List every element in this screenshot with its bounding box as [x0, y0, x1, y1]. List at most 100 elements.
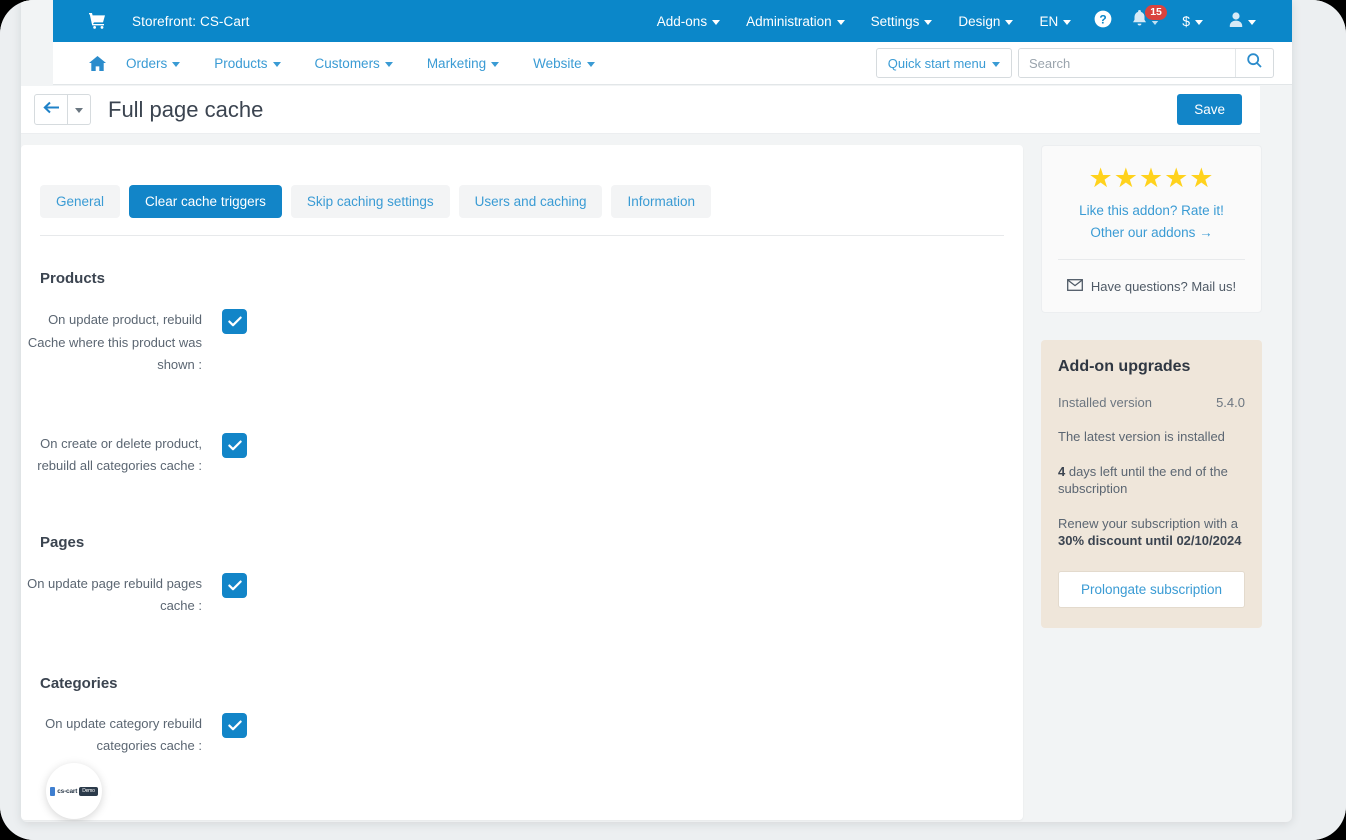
user-icon [1229, 12, 1243, 30]
top-menu-label: Add-ons [656, 13, 708, 29]
back-button[interactable] [34, 94, 68, 125]
section-title-products: Products [40, 270, 106, 287]
subnav-item-products[interactable]: Products [200, 56, 294, 71]
mail-us-link[interactable]: Have questions? Mail us! [1056, 279, 1247, 294]
chevron-down-icon [172, 61, 181, 67]
top-menu-item-administration[interactable]: Administration [733, 0, 858, 42]
renew-prefix: Renew your subscription with a [1058, 516, 1238, 531]
field-row-update-product: On update product, rebuild Cache where t… [21, 309, 1023, 377]
chevron-down-icon [924, 19, 933, 25]
chevron-down-icon [712, 19, 721, 25]
field-control [222, 432, 247, 458]
currency-selector[interactable]: $ [1169, 0, 1216, 42]
browser-viewport: Storefront: CS-Cart Add-ons Administrati… [21, 0, 1292, 822]
top-menu-item-add-ons[interactable]: Add-ons [644, 0, 733, 42]
subnav-item-website[interactable]: Website [519, 56, 609, 71]
chevron-down-icon [491, 61, 500, 67]
tab-bar: General Clear cache triggers Skip cachin… [21, 145, 1023, 218]
top-menu-label: Settings [870, 13, 920, 29]
prolongate-subscription-button[interactable]: Prolongate subscription [1058, 571, 1245, 608]
subnav-label: Website [533, 55, 582, 71]
language-label: EN [1039, 13, 1059, 29]
top-menu: Add-ons Administration Settings Design E… [644, 0, 1292, 42]
rate-addon-card: ★★★★★ Like this addon? Rate it! Other ou… [1041, 145, 1262, 313]
notification-badge: 15 [1144, 4, 1168, 21]
back-dropdown-button[interactable] [68, 94, 91, 125]
quick-start-menu-button[interactable]: Quick start menu [875, 48, 1012, 78]
field-row-create-delete-product: On create or delete product, rebuild all… [21, 432, 1023, 478]
back-button-group [34, 94, 91, 125]
page-title: Full page cache [108, 96, 264, 122]
star-rating-icon: ★★★★★ [1088, 163, 1215, 193]
subnav-label: Products [214, 55, 268, 71]
chevron-down-icon [75, 108, 83, 113]
secondary-navigation-bar: Orders Products Customers Marketing Webs… [53, 42, 1292, 85]
subnav-item-orders[interactable]: Orders [112, 56, 194, 71]
field-control [222, 572, 247, 598]
subnav-label: Orders [126, 55, 168, 71]
top-menu-item-design[interactable]: Design [945, 0, 1026, 42]
other-addons-link[interactable]: Other our addons → [1056, 225, 1247, 240]
arrow-left-icon [42, 101, 60, 118]
checkbox-on-update-product-rebuild-cache[interactable] [222, 309, 247, 334]
section-title-categories: Categories [40, 674, 118, 692]
checkbox-on-update-page-rebuild-pages-cache[interactable] [222, 572, 247, 598]
addon-upgrades-card: Add-on upgrades Installed version 5.4.0 … [1041, 340, 1262, 628]
tab-information[interactable]: Information [611, 185, 712, 218]
envelope-icon [1066, 279, 1083, 294]
search-button[interactable] [1235, 49, 1273, 77]
chevron-down-icon [1248, 19, 1256, 25]
subnav-item-customers[interactable]: Customers [301, 56, 407, 71]
main-settings-panel: General Clear cache triggers Skip cachin… [21, 145, 1023, 820]
shopping-cart-icon [89, 13, 106, 29]
search-icon [1247, 53, 1262, 73]
save-button[interactable]: Save [1177, 94, 1242, 125]
field-label: On update page rebuild pages cache : [27, 575, 202, 614]
mail-us-label: Have questions? Mail us! [1090, 279, 1237, 294]
top-navigation-bar: Storefront: CS-Cart Add-ons Administrati… [53, 0, 1292, 42]
chevron-down-icon [384, 61, 393, 67]
device-frame: Storefront: CS-Cart Add-ons Administrati… [0, 0, 1346, 840]
home-icon[interactable] [89, 55, 106, 71]
chat-widget-button[interactable]: cs-cart Demo [46, 763, 102, 819]
checkbox-on-update-category-rebuild-categories-cache[interactable] [222, 712, 247, 738]
notifications-button[interactable]: 15 [1122, 0, 1169, 42]
help-button[interactable]: ? [1084, 0, 1122, 42]
field-label: On update category rebuild categories ca… [45, 715, 202, 754]
search-box [1018, 48, 1274, 78]
field-row-update-page: On update page rebuild pages cache : [21, 572, 1023, 618]
tab-clear-cache-triggers[interactable]: Clear cache triggers [129, 185, 282, 218]
settings-form: Products On update product, rebuild Cach… [21, 236, 1023, 758]
top-menu-item-settings[interactable]: Settings [858, 0, 946, 42]
subnav-label: Customers [314, 55, 380, 71]
field-control [222, 309, 247, 334]
logo-pill: Demo [79, 786, 98, 796]
chevron-down-icon [836, 19, 845, 25]
days-left-text: 4 days left until the end of the subscri… [1058, 463, 1245, 497]
checkbox-on-create-or-delete-product[interactable] [222, 432, 247, 458]
currency-label: $ [1182, 13, 1190, 29]
cs-cart-logo-icon: cs-cart Demo [50, 786, 98, 796]
field-control [222, 712, 247, 738]
field-label: On create or delete product, rebuild all… [37, 435, 202, 474]
logo-word: cs-cart [57, 787, 78, 795]
svg-text:?: ? [1100, 12, 1107, 26]
search-input[interactable] [1019, 49, 1235, 77]
top-menu-label: Design [958, 13, 1001, 29]
field-label: On update product, rebuild Cache where t… [27, 312, 202, 372]
tab-users-and-caching[interactable]: Users and caching [458, 185, 603, 218]
latest-version-text: The latest version is installed [1058, 429, 1225, 444]
user-menu[interactable] [1216, 0, 1292, 42]
chevron-down-icon [1063, 19, 1072, 25]
subnav-item-marketing[interactable]: Marketing [413, 56, 513, 71]
section-title-pages: Pages [40, 533, 85, 551]
tab-general[interactable]: General [40, 185, 121, 218]
chevron-down-icon [1195, 19, 1203, 25]
rate-addon-link[interactable]: Like this addon? Rate it! [1056, 203, 1247, 218]
page-title-bar: Full page cache Save [21, 86, 1260, 134]
tab-skip-caching-settings[interactable]: Skip caching settings [290, 185, 450, 218]
card-divider [1058, 259, 1245, 260]
storefront-title: Storefront: CS-Cart [132, 13, 250, 29]
sidebar: ★★★★★ Like this addon? Rate it! Other ou… [1041, 145, 1262, 628]
top-menu-item-language[interactable]: EN [1026, 0, 1084, 42]
